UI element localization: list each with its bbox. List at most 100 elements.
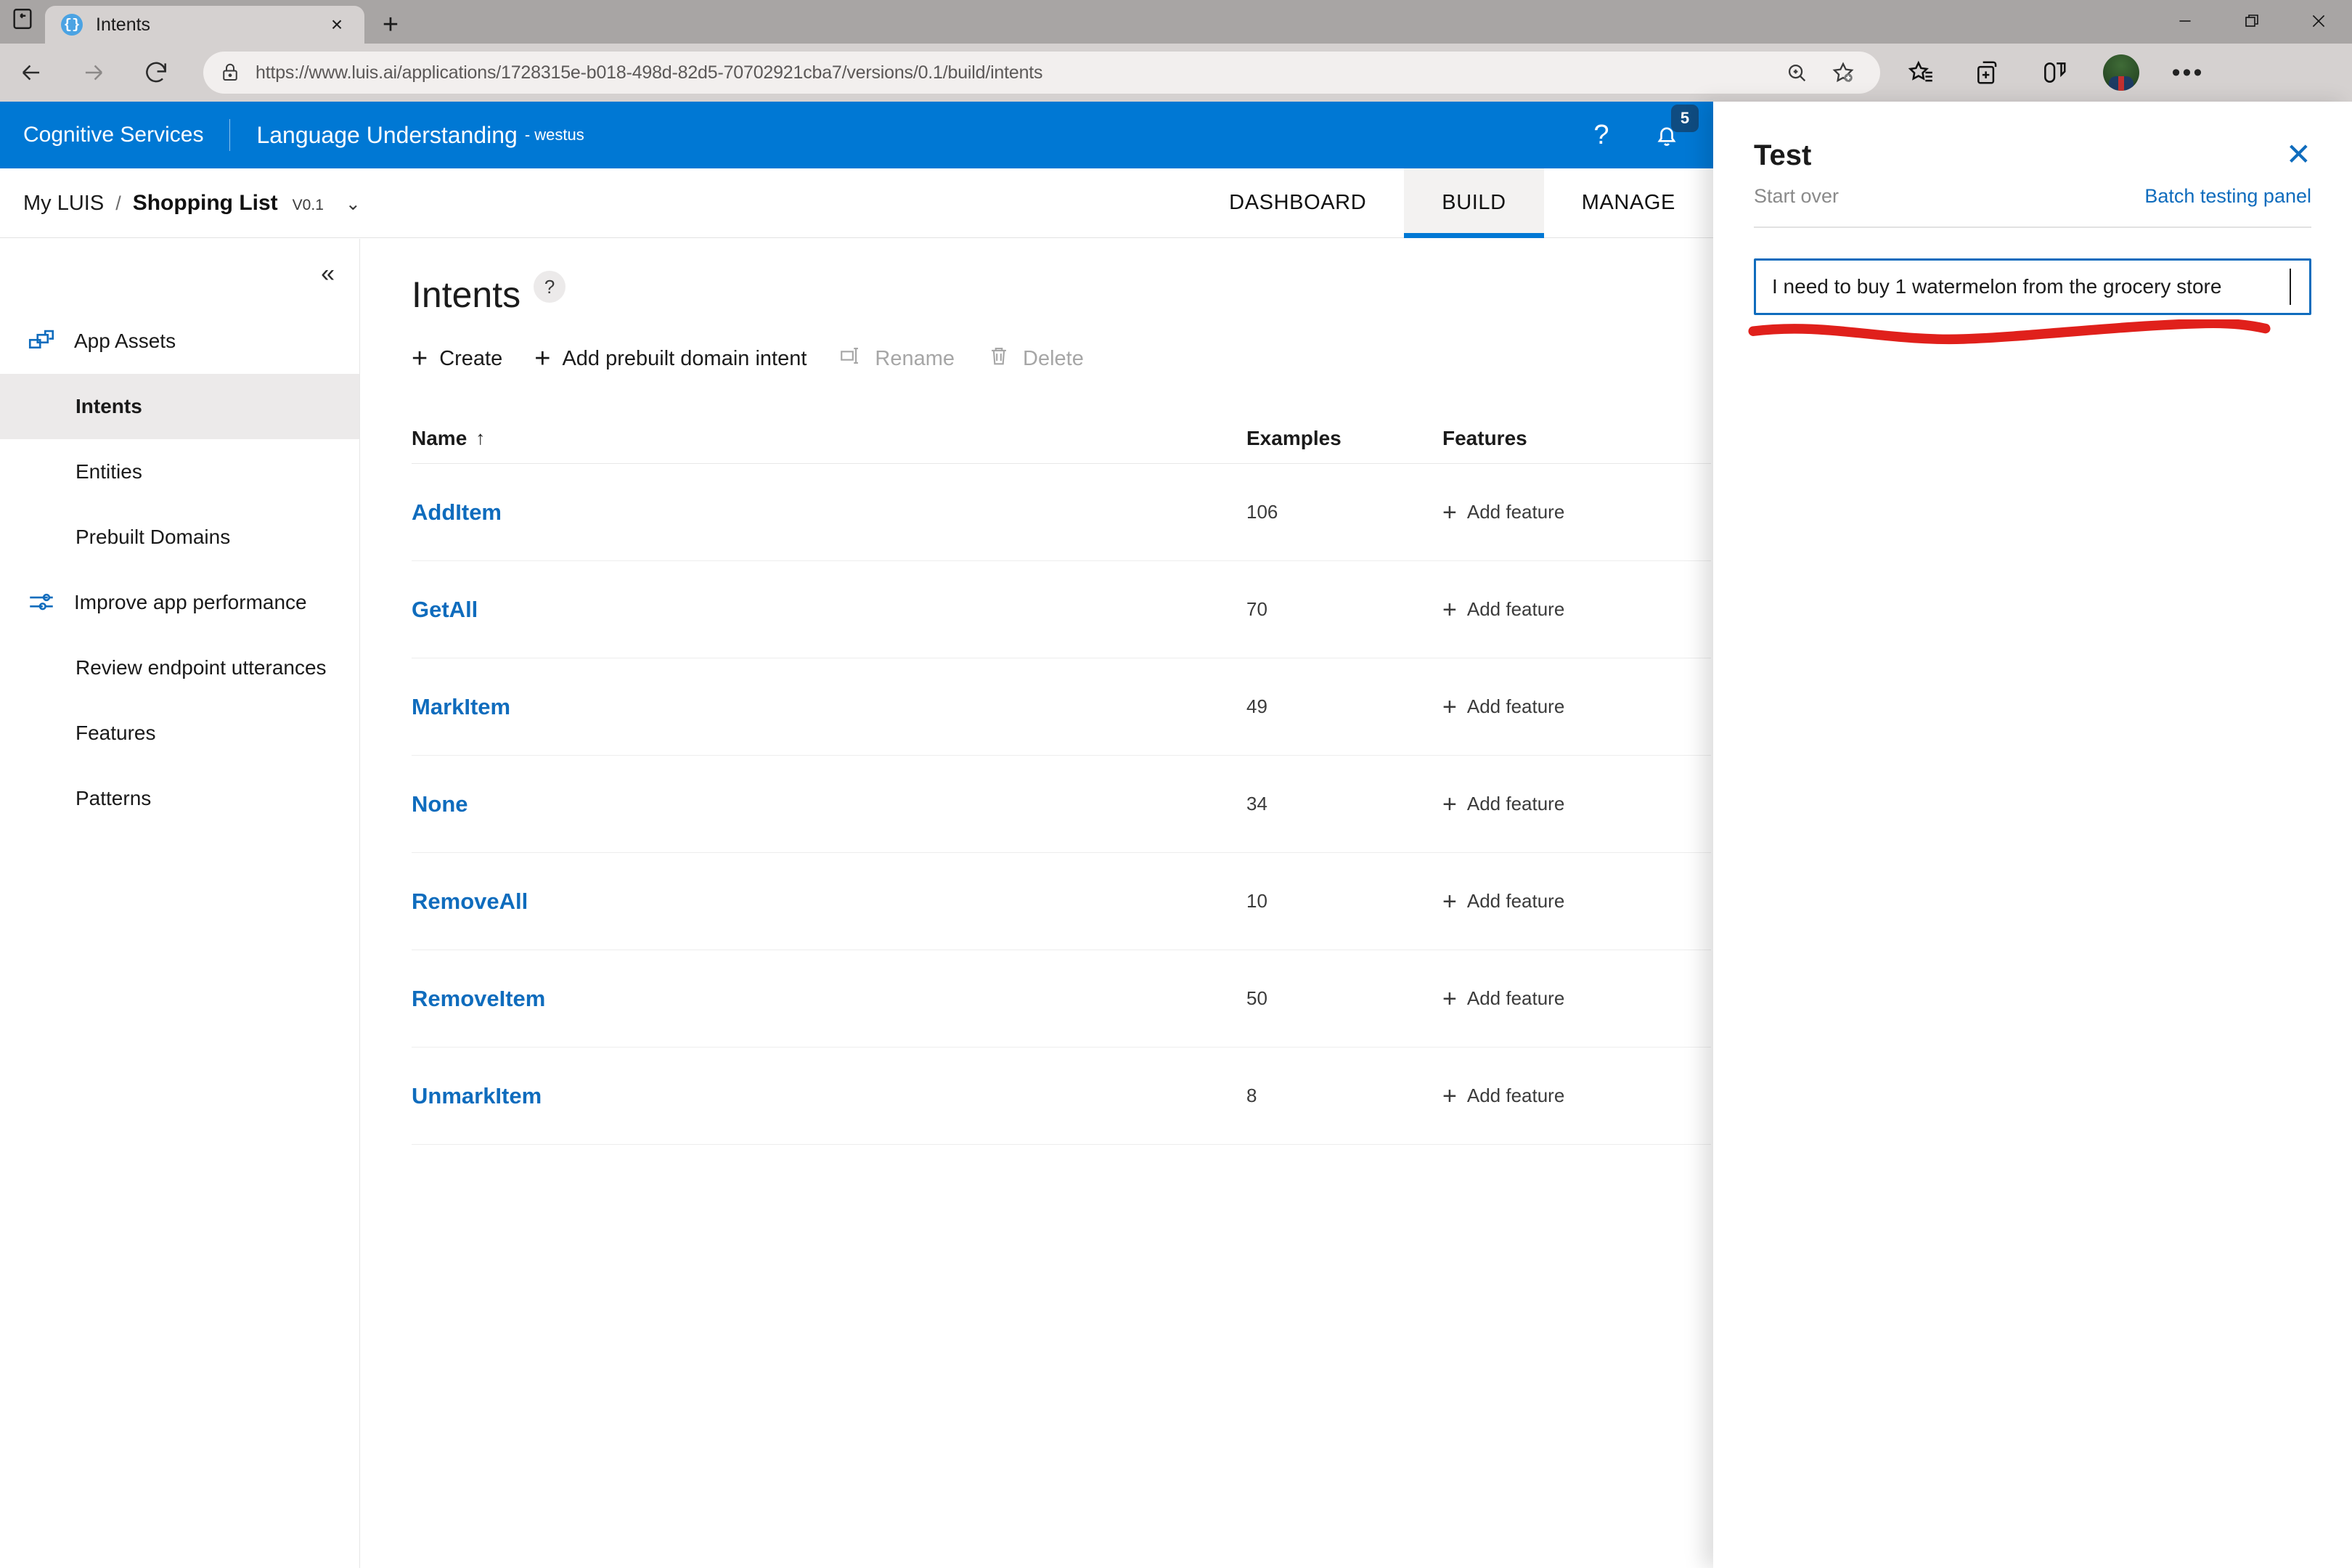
table-row[interactable]: AddItem 106 +Add feature: [412, 464, 1711, 561]
browser-essentials-icon[interactable]: [2021, 44, 2088, 102]
add-feature-button[interactable]: +Add feature: [1442, 889, 1711, 914]
table-row[interactable]: UnmarkItem 8 +Add feature: [412, 1048, 1711, 1145]
table-row[interactable]: None 34 +Add feature: [412, 756, 1711, 853]
intent-link[interactable]: RemoveAll: [412, 889, 528, 914]
sidebar-item-entities[interactable]: Entities: [0, 439, 359, 505]
column-header-features[interactable]: Features: [1442, 427, 1711, 450]
create-label: Create: [439, 347, 502, 371]
chevron-down-icon[interactable]: ⌄: [346, 193, 361, 215]
table-row[interactable]: MarkItem 49 +Add feature: [412, 658, 1711, 756]
json-braces-icon: {}: [61, 14, 83, 36]
test-panel-header: Test ✕: [1713, 102, 2352, 172]
divider: [1754, 226, 2311, 228]
delete-label: Delete: [1023, 347, 1084, 371]
create-button[interactable]: + Create: [412, 345, 502, 372]
notifications-icon[interactable]: 5: [1646, 115, 1687, 155]
collapse-sidebar-icon[interactable]: «: [321, 261, 335, 286]
browser-tab[interactable]: {} Intents ×: [45, 6, 364, 44]
red-annotation-underline: [1748, 319, 2271, 346]
column-header-name[interactable]: Name ↑: [412, 427, 1246, 450]
favorites-icon[interactable]: [1887, 44, 1954, 102]
examples-count: 10: [1246, 890, 1267, 912]
sidebar-collapse-row: «: [0, 239, 359, 309]
omnibox-actions: [1776, 52, 1864, 94]
rename-button[interactable]: Rename: [838, 343, 955, 374]
profile-avatar[interactable]: [2088, 44, 2155, 102]
tab-dashboard[interactable]: DASHBOARD: [1191, 168, 1404, 238]
add-feature-label: Add feature: [1467, 695, 1564, 718]
zoom-icon[interactable]: [1776, 52, 1818, 94]
table-row[interactable]: RemoveItem 50 +Add feature: [412, 950, 1711, 1048]
breadcrumb-app-name: Shopping List: [133, 191, 278, 216]
maximize-button[interactable]: [2218, 0, 2285, 42]
intent-link[interactable]: None: [412, 791, 468, 817]
add-feature-button[interactable]: +Add feature: [1442, 597, 1711, 622]
table-row[interactable]: RemoveAll 10 +Add feature: [412, 853, 1711, 950]
sidebar-item-prebuilt-domains[interactable]: Prebuilt Domains: [0, 505, 359, 570]
intent-link[interactable]: MarkItem: [412, 694, 510, 719]
close-window-button[interactable]: [2285, 0, 2352, 42]
rename-label: Rename: [875, 347, 955, 371]
test-utterance-input[interactable]: [1754, 258, 2311, 315]
sidebar-item-review-endpoint-utterances[interactable]: Review endpoint utterances: [0, 635, 359, 701]
batch-testing-panel-link[interactable]: Batch testing panel: [2144, 185, 2311, 208]
tab-manage[interactable]: MANAGE: [1544, 168, 1713, 238]
intent-link[interactable]: AddItem: [412, 499, 502, 525]
test-panel-subheader: Start over Batch testing panel: [1713, 172, 2352, 208]
collections-icon[interactable]: [1954, 44, 2021, 102]
settings-more-icon[interactable]: •••: [2155, 44, 2221, 102]
forward-icon[interactable]: [62, 44, 125, 102]
tab-actions-icon[interactable]: [0, 0, 45, 44]
plus-icon: +: [1442, 987, 1457, 1011]
add-feature-button[interactable]: +Add feature: [1442, 1084, 1711, 1108]
reload-icon[interactable]: [125, 44, 187, 102]
breadcrumb-my-luis[interactable]: My LUIS: [23, 192, 104, 216]
add-favorite-icon[interactable]: [1822, 52, 1864, 94]
column-header-examples[interactable]: Examples: [1246, 427, 1442, 450]
sidebar-item-features[interactable]: Features: [0, 701, 359, 766]
intent-link[interactable]: UnmarkItem: [412, 1083, 542, 1108]
product-name[interactable]: Language Understanding: [256, 122, 517, 149]
sidebar-item-label: Intents: [75, 395, 142, 418]
rename-icon: [838, 343, 863, 374]
plus-icon: +: [1442, 889, 1457, 914]
help-icon[interactable]: ?: [534, 271, 565, 303]
sidebar-item-app-assets[interactable]: App Assets: [0, 309, 359, 374]
examples-count: 8: [1246, 1085, 1257, 1106]
plus-icon: +: [1442, 1084, 1457, 1108]
help-icon[interactable]: ?: [1581, 115, 1622, 155]
add-feature-button[interactable]: +Add feature: [1442, 500, 1711, 525]
table-row[interactable]: GetAll 70 +Add feature: [412, 561, 1711, 658]
minimize-button[interactable]: [2152, 0, 2218, 42]
sidebar-item-patterns[interactable]: Patterns: [0, 766, 359, 831]
notification-badge: 5: [1671, 105, 1699, 132]
browser-titlebar: {} Intents × +: [0, 0, 2352, 44]
address-bar[interactable]: https://www.luis.ai/applications/1728315…: [203, 52, 1880, 94]
add-feature-button[interactable]: +Add feature: [1442, 695, 1711, 719]
luis-header: Cognitive Services Language Understandin…: [0, 102, 1713, 168]
sidebar-item-improve-app-performance[interactable]: Improve app performance: [0, 570, 359, 635]
cognitive-services-brand[interactable]: Cognitive Services: [23, 123, 203, 147]
delete-button[interactable]: Delete: [987, 343, 1084, 374]
sort-ascending-icon: ↑: [475, 427, 485, 449]
tab-build[interactable]: BUILD: [1404, 168, 1543, 238]
test-panel-title: Test: [1754, 139, 1811, 172]
add-feature-button[interactable]: +Add feature: [1442, 987, 1711, 1011]
intent-link[interactable]: GetAll: [412, 597, 478, 622]
close-icon[interactable]: ×: [322, 10, 351, 39]
new-tab-button[interactable]: +: [364, 6, 417, 44]
start-over-button[interactable]: Start over: [1754, 185, 1839, 208]
trash-icon: [987, 343, 1011, 374]
intent-link[interactable]: RemoveItem: [412, 986, 545, 1011]
close-icon[interactable]: ✕: [2286, 139, 2311, 170]
table-header-row: Name ↑ Examples Features: [412, 413, 1711, 464]
test-utterance-wrap: [1754, 258, 2311, 315]
intents-table: Name ↑ Examples Features AddItem 106 +Ad…: [412, 413, 1711, 1145]
sidebar-item-intents[interactable]: Intents: [0, 374, 359, 439]
add-prebuilt-domain-intent-button[interactable]: + Add prebuilt domain intent: [534, 345, 807, 372]
add-feature-button[interactable]: +Add feature: [1442, 792, 1711, 817]
breadcrumb: My LUIS / Shopping List V0.1 ⌄: [23, 191, 361, 216]
back-icon[interactable]: [0, 44, 62, 102]
url-text: https://www.luis.ai/applications/1728315…: [256, 62, 1042, 83]
sidebar-item-label: Improve app performance: [74, 591, 307, 614]
